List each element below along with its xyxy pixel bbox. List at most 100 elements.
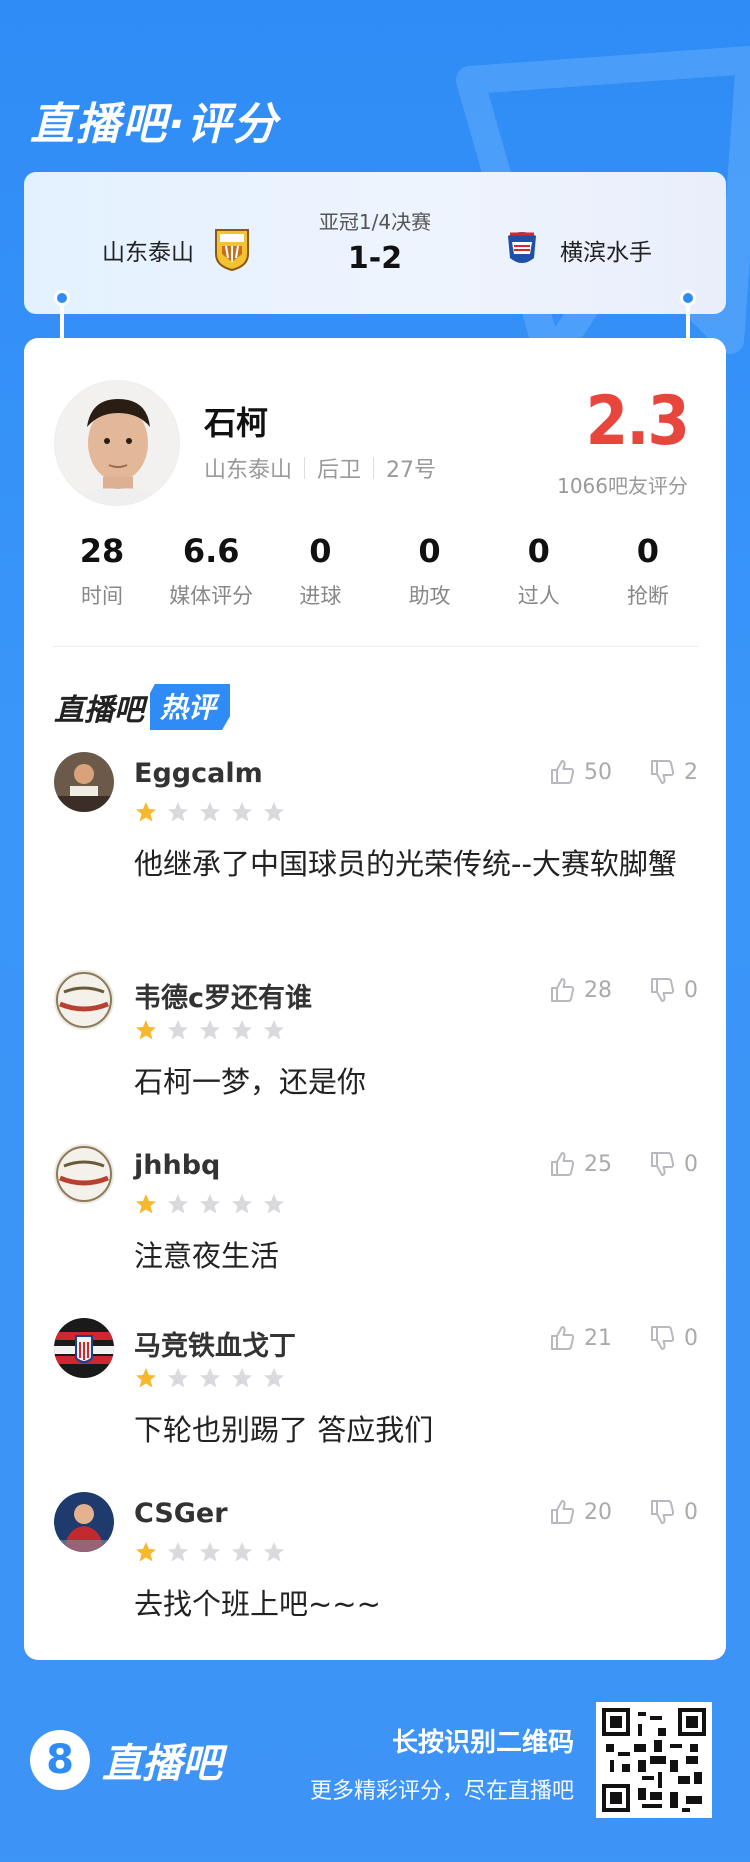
comment-text: 他继承了中国球员的光荣传统--大赛软脚蟹 [134,847,677,881]
star-empty-icon [232,1194,252,1214]
star-filled-icon [136,802,156,822]
stat-label: 媒体评分 [169,584,254,608]
comment-star-rating [134,1018,286,1042]
stat-value: 0 [309,532,332,570]
comment-username[interactable]: CSGer [134,1498,228,1529]
star-empty-icon [264,1020,284,1040]
thumbs-down-icon [651,1152,675,1176]
dislike-button[interactable]: 0 [648,1324,698,1352]
star-empty-icon [168,1368,188,1388]
thumbs-down-icon [651,760,675,784]
stat-value: 6.6 [182,532,240,570]
avatar[interactable] [54,1144,114,1204]
like-button[interactable]: 21 [548,1324,612,1352]
like-count: 20 [584,1499,612,1525]
comment-star-rating [134,1540,286,1564]
player-name: 石柯 [204,404,269,442]
qr-hint: 长按识别二维码 [391,1728,574,1758]
stat-label: 过人 [517,584,560,608]
player-avatar [54,380,180,506]
like-button[interactable]: 25 [548,1150,612,1178]
avatar[interactable] [54,752,114,812]
like-count: 50 [584,759,612,785]
dislike-button[interactable]: 0 [648,976,698,1004]
player-number: 27号 [386,458,437,483]
avatar[interactable] [54,1318,114,1378]
star-empty-icon [200,1020,220,1040]
comment-username[interactable]: 马竞铁血戈丁 [134,1324,296,1363]
player-position: 后卫 [317,458,362,483]
comment-text: 注意夜生活 [134,1239,280,1273]
dislike-count: 0 [684,977,698,1003]
stat-item: 0 过人 [489,532,589,610]
thumbs-down-icon [651,978,675,1002]
star-empty-icon [232,1542,252,1562]
dislike-button[interactable]: 0 [648,1498,698,1526]
thumbs-down-icon [651,1326,675,1350]
avatar[interactable] [54,1492,114,1552]
dislike-count: 0 [684,1499,698,1525]
brand-logo: 8 直播吧 [30,1730,222,1790]
qr-subtext: 更多精彩评分，尽在直播吧 [309,1779,574,1804]
like-count: 21 [584,1325,612,1351]
thumbs-up-icon [551,760,575,784]
like-count: 28 [584,977,612,1003]
fan-rating-score: 2.3 [585,382,690,461]
footer-cta: 长按识别二维码 更多精彩评分，尽在直播吧 [310,1722,574,1805]
fan-rating-count: 1066吧友评分 [557,474,688,498]
dislike-count: 0 [684,1325,698,1351]
star-filled-icon [136,1020,156,1040]
player-meta: 山东泰山 后卫 27号 [204,452,436,484]
like-button[interactable]: 20 [548,1498,612,1526]
comment-username[interactable]: Eggcalm [134,758,263,789]
away-team-name: 横滨水手 [560,240,652,266]
qr-code[interactable] [596,1702,712,1818]
star-empty-icon [264,1542,284,1562]
comment-text: 下轮也别踢了 答应我们 [134,1413,434,1447]
thumbs-up-icon [551,1326,575,1350]
star-filled-icon [136,1542,156,1562]
stat-label: 时间 [81,584,123,608]
star-empty-icon [200,802,220,822]
stat-value: 28 [79,532,125,570]
star-empty-icon [200,1368,220,1388]
star-filled-icon [136,1194,156,1214]
comment-star-rating [134,1366,286,1390]
star-empty-icon [168,1020,188,1040]
stat-label: 助攻 [408,584,451,608]
stat-label: 进球 [299,584,342,608]
stat-value: 0 [418,532,441,570]
stat-item: 0 进球 [270,532,370,610]
comment-text: 去找个班上吧~~~ [134,1587,381,1621]
stat-item: 6.6 媒体评分 [161,532,261,610]
star-empty-icon [200,1194,220,1214]
star-filled-icon [136,1368,156,1388]
like-button[interactable]: 50 [548,758,612,786]
meta-divider [373,457,375,479]
stat-value: 0 [527,532,550,570]
avatar[interactable] [54,970,114,1030]
star-empty-icon [200,1542,220,1562]
meta-divider [304,457,306,479]
section-divider [52,646,698,647]
star-empty-icon [168,802,188,822]
like-button[interactable]: 28 [548,976,612,1004]
star-empty-icon [232,1020,252,1040]
dislike-button[interactable]: 2 [648,758,698,786]
comment-username[interactable]: 韦德c罗还有谁 [134,976,312,1015]
comment-star-rating [134,1192,286,1216]
away-team: 横滨水手 [502,228,652,272]
star-empty-icon [264,1194,284,1214]
logo-text: 直播吧 [102,1741,222,1787]
thumbs-down-icon [651,1500,675,1524]
hot-comments-title-brand: 直播吧 [54,693,144,728]
dislike-button[interactable]: 0 [648,1150,698,1178]
hot-comments-title-tag: 热评 [150,684,231,730]
comment-username[interactable]: jhhbq [134,1150,220,1181]
player-stats: 28 时间 6.6 媒体评分 0 进球 0 助攻 0 过人 0 抢断 [52,532,698,610]
away-team-logo-icon [508,232,536,263]
stat-value: 0 [636,532,660,570]
thumbs-up-icon [551,1152,575,1176]
star-empty-icon [168,1194,188,1214]
player-team: 山东泰山 [204,458,293,483]
